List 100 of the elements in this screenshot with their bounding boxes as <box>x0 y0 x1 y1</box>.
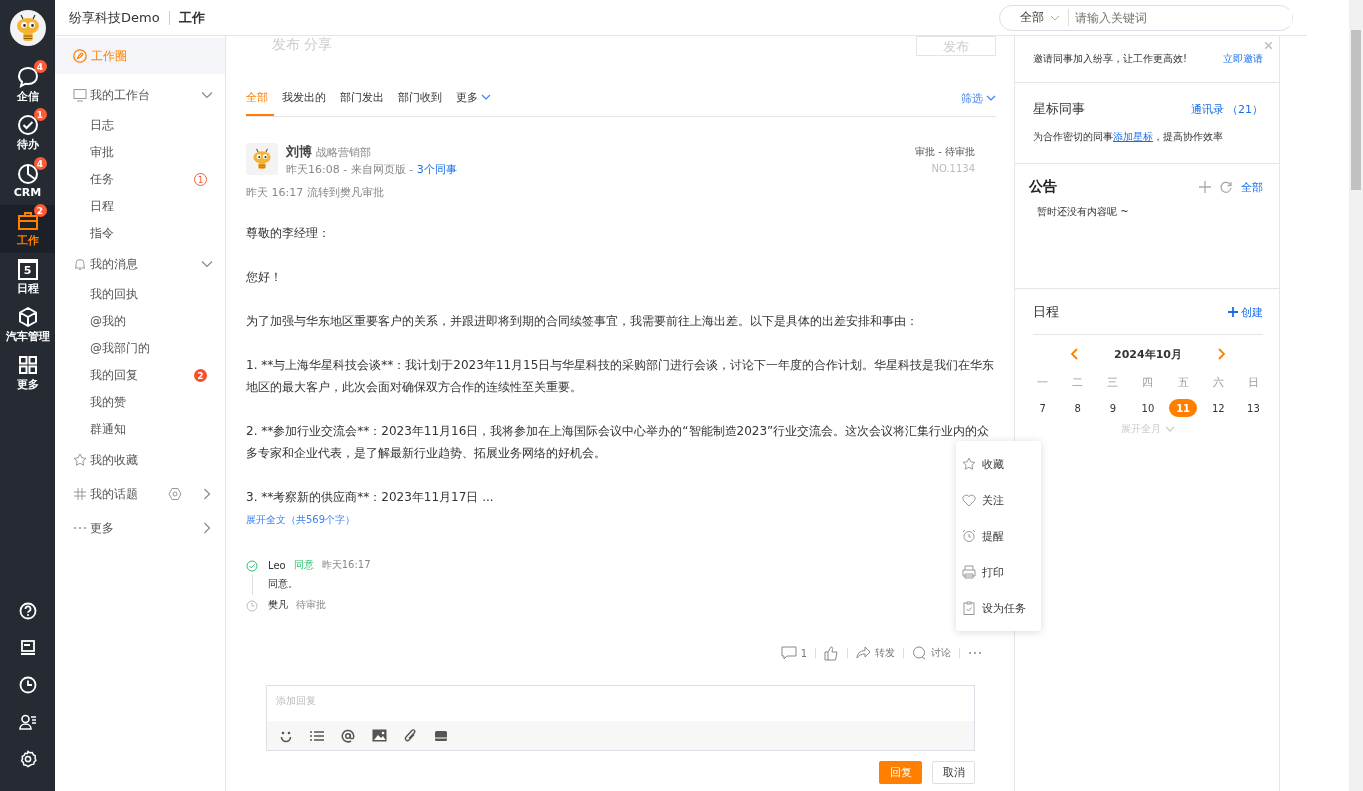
filter-dropdown[interactable]: 筛选 <box>961 90 996 106</box>
calendar-day[interactable]: 13 <box>1239 399 1268 417</box>
nav-item[interactable]: 日程 <box>55 193 225 220</box>
nav-item[interactable]: @我的 <box>55 308 225 335</box>
create-event-link[interactable]: 创建 <box>1228 304 1263 320</box>
nav-group-item[interactable]: 我的消息 <box>55 247 225 281</box>
nav-item[interactable]: 群通知 <box>55 416 225 443</box>
feed-tab[interactable]: 我发出的 <box>282 80 332 116</box>
ellipsis-icon <box>968 651 982 655</box>
sidebar-app-item[interactable]: 4 企信 <box>0 61 55 109</box>
menu-item[interactable]: 设为任务 <box>956 590 1041 626</box>
post-paragraph: 3. **考察新的供应商**：2023年11月17日 ... <box>246 489 494 506</box>
nav-group-item[interactable]: 我的工作台 <box>55 78 225 112</box>
chevron-right-icon[interactable] <box>1217 348 1226 360</box>
nav-item[interactable]: 我的回复 2 <box>55 362 225 389</box>
count-badge: 4 <box>33 60 47 73</box>
feed-tab[interactable]: 部门收到 <box>398 80 448 116</box>
author-avatar[interactable] <box>246 143 278 175</box>
approval-number: NO.1134 <box>931 163 975 174</box>
sidebar-app-item[interactable]: 2 工作 <box>0 205 55 253</box>
expand-link[interactable]: 展开全文（共569个字） <box>246 513 356 527</box>
bell-icon <box>73 257 87 271</box>
monitor-icon[interactable] <box>18 639 37 657</box>
image-icon[interactable] <box>372 729 387 742</box>
post-paragraph: 1. **与上海华星科技会谈**：我计划于2023年11月15日与华星科技的采购部门进行会谈，讨论下一年度的合作计划。华星科技是我们在华东地区的最大客户，此次会面对确保双方合作的连续性至关重要。 <box>246 357 996 396</box>
more-button[interactable] <box>968 651 982 655</box>
post-paragraph: 尊敬的李经理： <box>246 225 330 242</box>
calendar-day[interactable]: 10 <box>1134 399 1162 417</box>
approval-comment: 同意。 <box>268 577 299 591</box>
nav-item[interactable]: 我的赞 <box>55 389 225 416</box>
chevron-right-icon <box>201 488 213 500</box>
drive-icon[interactable] <box>434 729 448 742</box>
printer-icon <box>962 565 976 579</box>
section-title: 公告 <box>1029 178 1057 196</box>
refresh-icon[interactable] <box>1220 181 1232 193</box>
like-button[interactable] <box>824 645 839 661</box>
nav-item[interactable]: @我部门的 <box>55 335 225 362</box>
forward-button[interactable]: 转发 <box>856 646 895 660</box>
page-title: 工作 <box>178 8 205 27</box>
discuss-button[interactable]: 讨论 <box>912 646 951 660</box>
at-sign-icon[interactable] <box>341 728 355 743</box>
chevron-right-icon <box>201 522 213 534</box>
sidebar-app-item[interactable]: 4 CRM <box>0 157 55 205</box>
add-star-link[interactable]: 添加星标 <box>1113 131 1153 142</box>
sidebar-app-item[interactable]: 汽车管理 <box>0 301 55 349</box>
list-icon[interactable] <box>310 729 324 742</box>
calendar-day[interactable]: 7 <box>1028 399 1057 417</box>
count-badge: 4 <box>33 157 47 170</box>
section-title: 日程 <box>1033 303 1059 321</box>
weekday-label: 四 <box>1141 375 1155 391</box>
menu-item[interactable]: 提醒 <box>956 518 1041 554</box>
contacts-link[interactable]: 通讯录 （21） <box>1190 101 1263 117</box>
count-badge: 2 <box>33 204 47 217</box>
author-name[interactable]: 刘博 <box>286 144 312 159</box>
contacts-icon[interactable] <box>18 713 37 731</box>
chat-bubble-icon <box>16 66 39 88</box>
comment-button[interactable]: 1 <box>780 646 807 660</box>
cancel-button[interactable]: 取消 <box>932 761 975 784</box>
plus-icon[interactable] <box>1199 181 1211 193</box>
help-icon[interactable] <box>18 602 37 620</box>
invite-link[interactable]: 立即邀请 <box>1223 52 1263 66</box>
month-label: 2024年10月 <box>1114 346 1182 362</box>
star-icon <box>962 457 976 471</box>
sidebar-app-item[interactable]: 更多 <box>0 349 55 397</box>
nav-item[interactable]: 审批 <box>55 139 225 166</box>
nav-group-item[interactable]: 我的收藏 <box>55 443 225 477</box>
nav-group-item[interactable]: 更多 <box>55 511 225 545</box>
pie-chart-icon <box>16 163 39 185</box>
nav-item[interactable]: 日志 <box>55 112 225 139</box>
weekday-label: 二 <box>1071 375 1085 391</box>
nav-item[interactable]: 指令 <box>55 220 225 247</box>
thumbs-up-icon <box>824 645 839 661</box>
post-paragraph: 为了加强与华东地区重要客户的关系，并跟进即将到期的合同续签事宜，我需要前往上海出差。以下是具体的出差安排和事由： <box>246 313 918 330</box>
briefcase-icon <box>16 210 39 232</box>
nav-group-item[interactable]: 我的话题 <box>55 477 225 511</box>
calendar-day[interactable]: 12 <box>1204 399 1233 417</box>
clock-icon[interactable] <box>18 676 37 694</box>
paperclip-icon[interactable] <box>404 728 417 743</box>
post-paragraph: 您好！ <box>246 269 282 286</box>
reply-editor[interactable]: 添加回复 <box>266 685 975 751</box>
sidebar-app-item[interactable]: 5 日程 <box>0 253 55 301</box>
weekday-label: 日 <box>1246 375 1260 391</box>
calendar-day[interactable]: 8 <box>1063 399 1092 417</box>
pencil-circle-icon <box>73 49 87 63</box>
nav-item[interactable]: 我的回执 <box>55 281 225 308</box>
scrollbar[interactable] <box>1349 0 1363 791</box>
menu-item[interactable]: 打印 <box>956 554 1041 590</box>
feed-tab[interactable]: 部门发出 <box>340 80 390 116</box>
nav-item[interactable]: 任务 1 <box>55 166 225 193</box>
menu-item[interactable]: 关注 <box>956 482 1041 518</box>
sidebar-app-item[interactable]: 1 待办 <box>0 109 55 157</box>
feed-tab[interactable]: 更多 <box>456 80 497 116</box>
clipboard-check-icon <box>962 601 976 615</box>
hexagon-settings-icon[interactable] <box>168 487 182 501</box>
colleagues-link[interactable]: 3个同事 <box>416 163 457 176</box>
chevron-left-icon[interactable] <box>1070 348 1079 360</box>
all-notices-link[interactable]: 全部 <box>1241 179 1263 195</box>
settings-icon[interactable] <box>18 750 37 768</box>
company-name: 纷享科技Demo <box>69 8 160 27</box>
calendar-day[interactable]: 9 <box>1098 399 1127 417</box>
